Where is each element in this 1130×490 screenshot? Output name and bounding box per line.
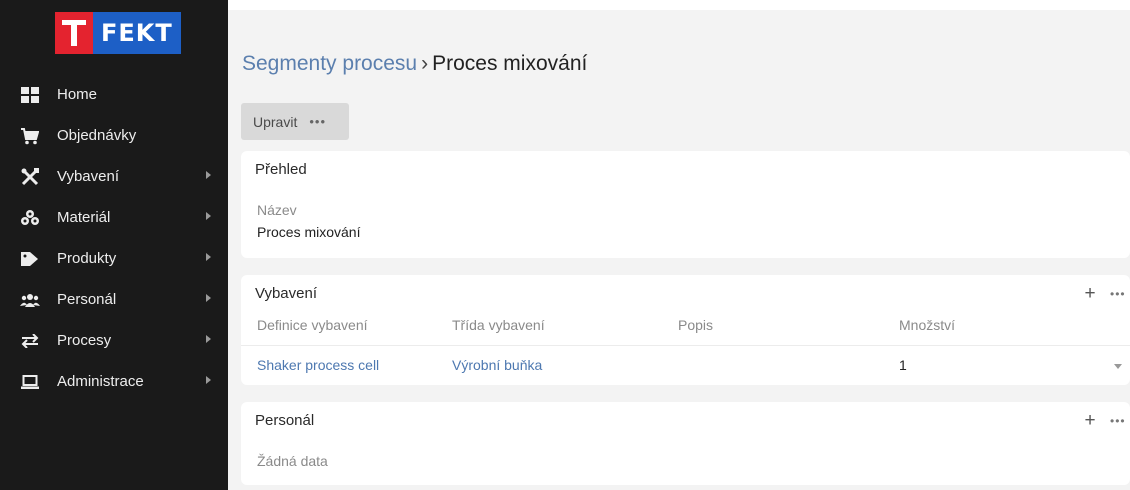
name-field-label: Název [257, 202, 297, 218]
expand-caret-icon [206, 335, 211, 343]
sidebar-item-personnel[interactable]: Personál [0, 279, 228, 320]
sidebar-item-administration[interactable]: Administrace [0, 361, 228, 402]
table-divider [241, 345, 1130, 346]
shopping-cart-icon [20, 127, 40, 145]
expand-caret-icon [206, 294, 211, 302]
sidebar-item-equipment[interactable]: Vybavení [0, 156, 228, 197]
sidebar-item-label: Administrace [57, 373, 144, 390]
personnel-card-title: Personál [255, 412, 315, 429]
laptop-icon [20, 373, 40, 391]
sidebar-item-label: Objednávky [57, 127, 137, 144]
name-field-value: Proces mixování [257, 224, 361, 240]
personnel-card-actions: + ••• [1080, 411, 1130, 430]
sidebar-item-label: Materiál [57, 209, 111, 226]
tools-icon [20, 168, 40, 186]
sidebar: FEKT Home Objednávky Vybavení Materiál P… [0, 0, 228, 490]
edit-button[interactable]: Upravit [241, 114, 297, 130]
logo-text: FEKT [101, 19, 173, 47]
equipment-class-link[interactable]: Výrobní buňka [452, 357, 542, 373]
sidebar-item-material[interactable]: Materiál [0, 197, 228, 238]
personnel-more-button[interactable]: ••• [1110, 414, 1130, 428]
equipment-card: Vybavení + ••• Definice vybavení Třída v… [241, 275, 1130, 385]
equipment-more-button[interactable]: ••• [1110, 287, 1130, 301]
sidebar-item-label: Produkty [57, 250, 117, 267]
expand-caret-icon [206, 253, 211, 261]
equipment-definition-link[interactable]: Shaker process cell [257, 357, 379, 373]
column-header-class[interactable]: Třída vybavení [452, 317, 545, 333]
main-content: Segmenty procesu › Proces mixování Upravit… [228, 10, 1130, 490]
breadcrumb-current: Proces mixování [432, 52, 588, 75]
add-equipment-button[interactable]: + [1080, 284, 1100, 303]
breadcrumb-parent-link[interactable]: Segmenty procesu [242, 52, 417, 75]
sidebar-item-home[interactable]: Home [0, 74, 228, 115]
sidebar-item-label: Home [57, 86, 98, 103]
equipment-quantity: 1 [899, 357, 907, 373]
equipment-card-title: Vybavení [255, 285, 317, 302]
expand-caret-icon [206, 171, 211, 179]
exchange-arrows-icon [20, 332, 40, 350]
row-expand-icon[interactable] [1114, 364, 1122, 369]
sidebar-nav: Home Objednávky Vybavení Materiál Produk… [0, 74, 228, 402]
cubes-icon [20, 209, 40, 227]
empty-state-text: Žádná data [257, 453, 328, 469]
sidebar-item-products[interactable]: Produkty [0, 238, 228, 279]
column-header-definition[interactable]: Definice vybavení [257, 317, 368, 333]
page-title: Segmenty procesu › Proces mixování [242, 52, 587, 76]
sidebar-item-label: Personál [57, 291, 117, 308]
tags-icon [20, 250, 40, 268]
sidebar-item-orders[interactable]: Objednávky [0, 115, 228, 156]
breadcrumb-separator: › [421, 52, 429, 75]
column-header-quantity[interactable]: Množství [899, 317, 955, 333]
sidebar-item-processes[interactable]: Procesy [0, 320, 228, 361]
users-icon [20, 291, 40, 309]
personnel-card: Personál + ••• Žádná data [241, 402, 1130, 485]
sidebar-item-label: Procesy [57, 332, 112, 349]
expand-caret-icon [206, 376, 211, 384]
more-actions-button[interactable]: ••• [309, 114, 326, 129]
expand-caret-icon [206, 212, 211, 220]
action-button-group: Upravit ••• [241, 103, 349, 140]
fekt-logo[interactable]: FEKT [55, 12, 181, 54]
logo-t-mark [55, 12, 93, 54]
sidebar-item-label: Vybavení [57, 168, 119, 185]
overview-card-title: Přehled [255, 161, 307, 178]
add-personnel-button[interactable]: + [1080, 411, 1100, 430]
overview-card: Přehled Název Proces mixování [241, 151, 1130, 258]
equipment-card-actions: + ••• [1080, 284, 1130, 303]
column-header-description[interactable]: Popis [678, 317, 713, 333]
dashboard-grid-icon [20, 86, 40, 104]
